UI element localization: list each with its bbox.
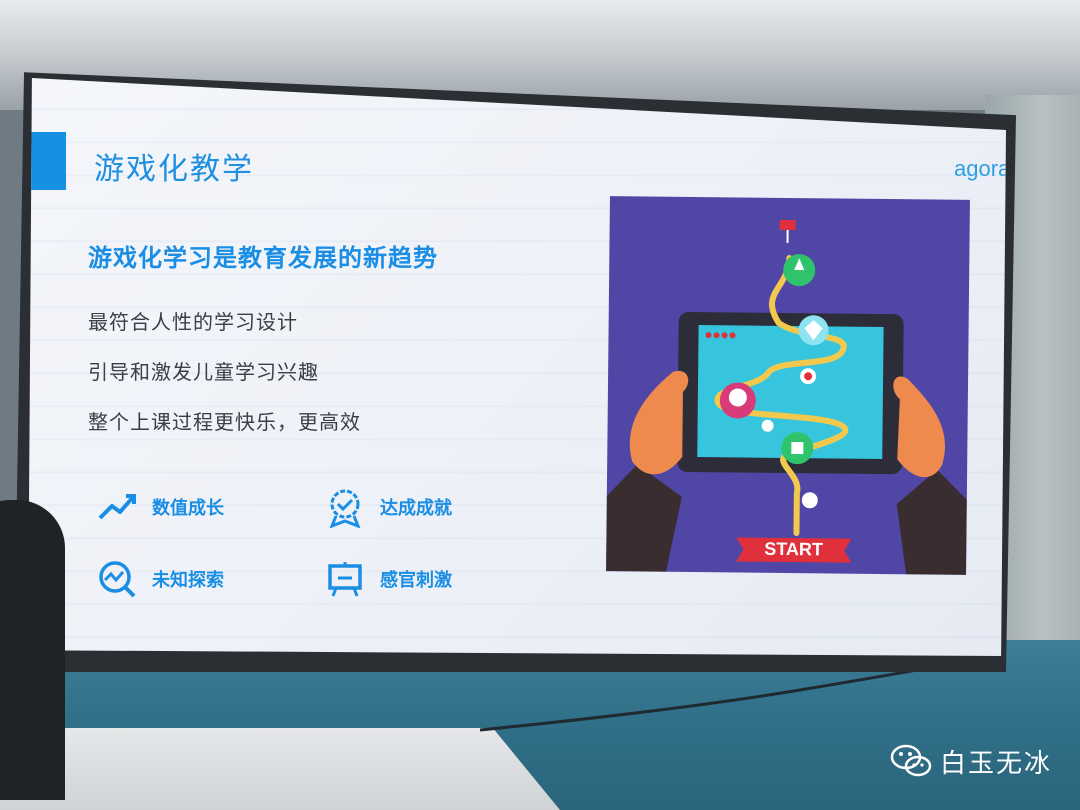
projection-screen: 游戏化教学 agora 游戏化学习是教育发展的新趋势 最符合人性的学习设计 引导… [28, 78, 1006, 656]
bullet-2: 引导和激发儿童学习兴趣 [88, 360, 319, 384]
bullet-1: 最符合人性的学习设计 [88, 310, 298, 334]
explore-icon [99, 561, 136, 598]
slide-headline: 游戏化学习是教育发展的新趋势 [88, 244, 438, 272]
title-accent-bar [28, 132, 66, 190]
feature-explore: 未知探索 [96, 558, 224, 600]
watermark-text: 白玉无冰 [940, 748, 1053, 779]
feature-label: 感官刺激 [380, 570, 452, 591]
screen-icon [328, 562, 362, 597]
bullet-3: 整个上课过程更快乐，更高效 [88, 410, 361, 434]
feature-growth: 数值成长 [96, 486, 224, 528]
table [0, 728, 560, 810]
game-illustration: START [606, 196, 970, 575]
person-silhouette [0, 500, 65, 800]
slide-title: 游戏化教学 [94, 152, 254, 187]
feature-label: 数值成长 [152, 498, 224, 519]
tablet-game-illustration [606, 219, 967, 575]
watermark: 白玉无冰 [890, 742, 1052, 780]
feature-achievement: 达成成就 [324, 486, 452, 528]
feature-label: 达成成就 [380, 498, 452, 519]
trend-up-icon [98, 494, 136, 520]
feature-label: 未知探索 [152, 570, 224, 591]
feature-sensory: 感官刺激 [324, 558, 452, 600]
badge-icon [329, 489, 361, 528]
wechat-icon [890, 744, 932, 777]
logo: agora [954, 156, 1006, 181]
start-label: START [764, 538, 824, 560]
